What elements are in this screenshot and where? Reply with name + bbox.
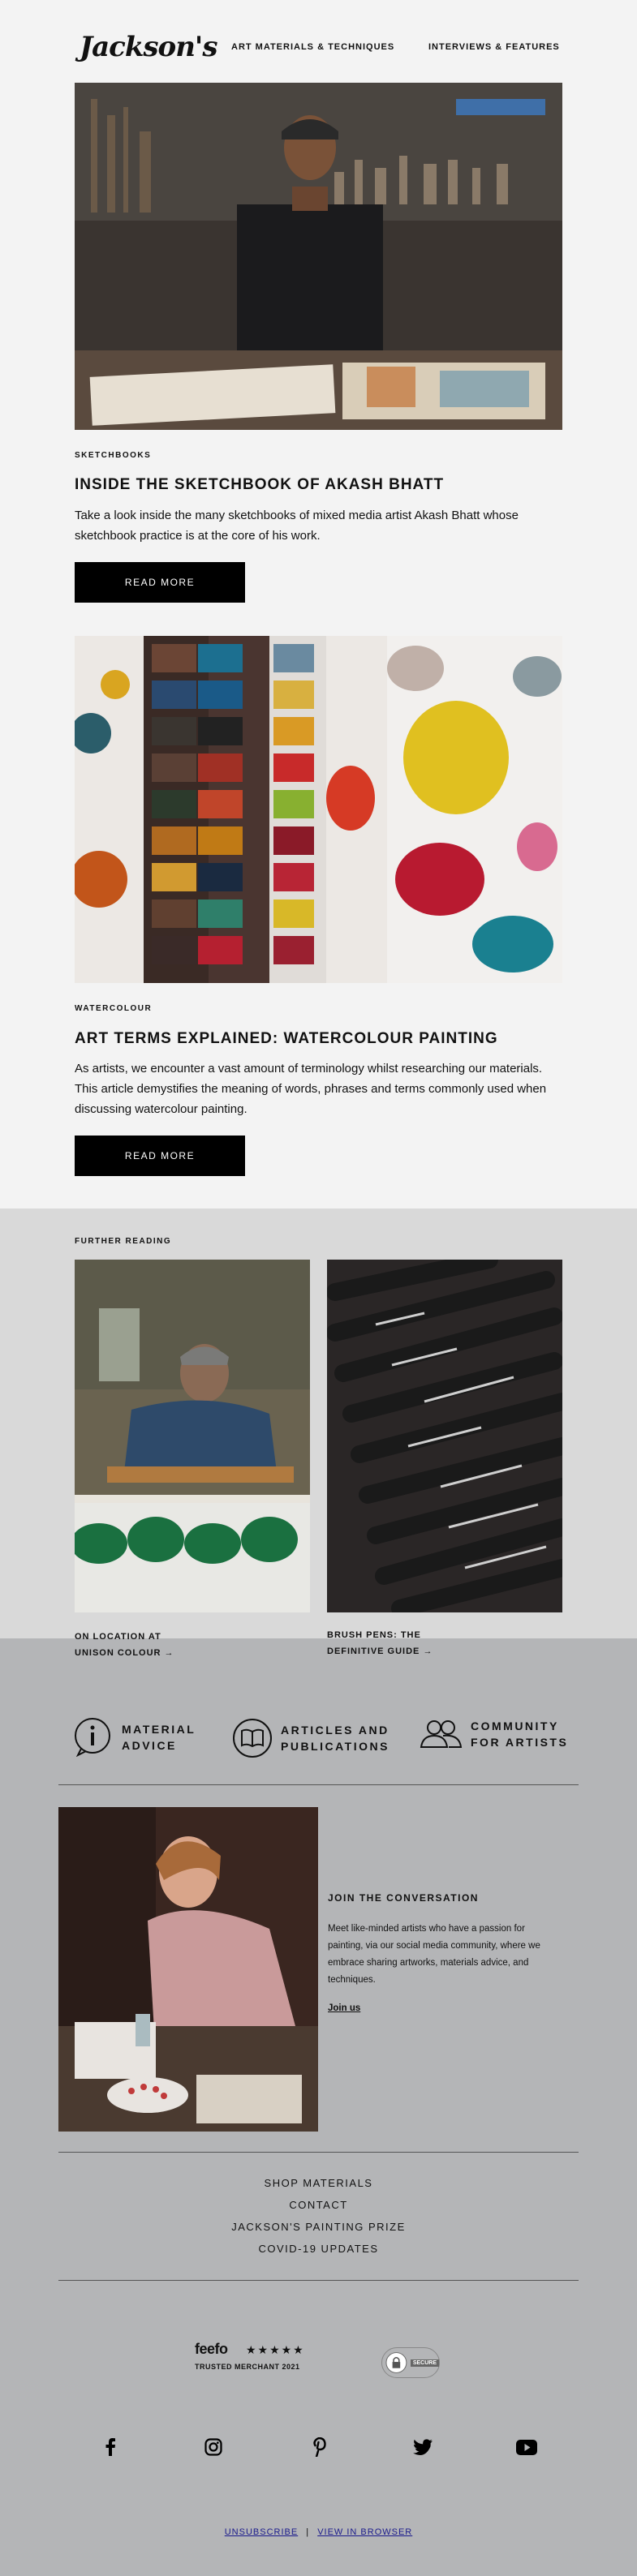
- facebook-icon[interactable]: [98, 2435, 123, 2459]
- footer-link-shop[interactable]: SHOP MATERIALS: [0, 2177, 637, 2189]
- feefo-badge[interactable]: feefo ★★★★★ TRUSTED MERCHANT 2021: [195, 2341, 305, 2371]
- feature-label: ARTICLES AND: [281, 1724, 390, 1737]
- instagram-icon[interactable]: [201, 2435, 226, 2459]
- caption-line: ON LOCATION AT: [75, 1632, 161, 1642]
- community-heading: JOIN THE CONVERSATION: [328, 1892, 479, 1904]
- further-item-caption[interactable]: BRUSH PENS: THE DEFINITIVE GUIDE →: [327, 1627, 489, 1659]
- watercolour-palette-photo[interactable]: [75, 636, 562, 983]
- caption-line: DEFINITIVE GUIDE →: [327, 1646, 433, 1656]
- feature-community[interactable]: COMMUNITY FOR ARTISTS: [419, 1718, 568, 1750]
- article-title[interactable]: INSIDE THE SKETCHBOOK OF AKASH BHATT: [75, 476, 444, 494]
- feefo-logo: feefo: [195, 2341, 228, 2357]
- people-icon: [420, 1720, 463, 1748]
- article-body: As artists, we encounter a vast amount o…: [75, 1062, 547, 1116]
- article-tag: SKETCHBOOKS: [75, 451, 152, 460]
- info-icon: [75, 1718, 110, 1757]
- jacksons-logo[interactable]: Jackson's: [80, 31, 217, 63]
- divider: [58, 2152, 579, 2153]
- read-more-button[interactable]: READ MORE: [75, 1136, 245, 1176]
- pinterest-icon[interactable]: [307, 2435, 331, 2459]
- join-us-link[interactable]: Join us: [328, 2003, 360, 2013]
- feature-label: FOR ARTISTS: [471, 1736, 569, 1749]
- article-body: Take a look inside the many sketchbooks …: [75, 509, 519, 543]
- divider: [58, 2280, 579, 2281]
- divider: [58, 1784, 579, 1785]
- feature-label: ADVICE: [122, 1739, 177, 1752]
- feature-material-advice[interactable]: MATERIAL ADVICE: [71, 1718, 196, 1757]
- link-separator: |: [306, 2527, 310, 2537]
- caption-line: BRUSH PENS: THE: [327, 1630, 421, 1640]
- article-tag: WATERCOLOUR: [75, 1004, 153, 1013]
- rating-stars: ★★★★★: [245, 2343, 305, 2356]
- youtube-icon[interactable]: [514, 2435, 539, 2459]
- secure-label: SECURE: [410, 2359, 439, 2367]
- feature-articles[interactable]: ARTICLES AND PUBLICATIONS: [232, 1718, 390, 1758]
- unison-colour-photo[interactable]: [75, 1260, 310, 1612]
- footer-link-contact[interactable]: CONTACT: [0, 2199, 637, 2211]
- read-more-button[interactable]: READ MORE: [75, 562, 245, 603]
- footer-link-covid[interactable]: COVID-19 UPDATES: [0, 2243, 637, 2255]
- feature-label: PUBLICATIONS: [281, 1740, 390, 1753]
- nav-art-materials[interactable]: ART MATERIALS & TECHNIQUES: [231, 42, 394, 52]
- footer-link-painting-prize[interactable]: JACKSON'S PAINTING PRIZE: [0, 2221, 637, 2233]
- article-title[interactable]: ART TERMS EXPLAINED: WATERCOLOUR PAINTIN…: [75, 1030, 498, 1048]
- book-icon: [233, 1719, 272, 1758]
- brush-pens-photo[interactable]: [327, 1260, 562, 1612]
- feature-label: MATERIAL: [122, 1723, 196, 1736]
- view-in-browser-link[interactable]: VIEW IN BROWSER: [317, 2527, 412, 2537]
- secure-badge: SECURE: [381, 2347, 440, 2378]
- caption-line: UNISON COLOUR →: [75, 1648, 174, 1658]
- twitter-icon[interactable]: [411, 2435, 435, 2459]
- akash-bhatt-photo[interactable]: [75, 83, 562, 430]
- lock-icon: [385, 2352, 407, 2373]
- bottom-links: UNSUBSCRIBE | VIEW IN BROWSER: [0, 2527, 637, 2537]
- nav-interviews[interactable]: INTERVIEWS & FEATURES: [428, 42, 560, 52]
- trusted-merchant-label: TRUSTED MERCHANT 2021: [195, 2363, 300, 2371]
- unsubscribe-link[interactable]: UNSUBSCRIBE: [225, 2527, 298, 2537]
- feature-label: COMMUNITY: [471, 1719, 559, 1732]
- community-artist-photo[interactable]: [58, 1807, 318, 2132]
- further-reading-heading: FURTHER READING: [75, 1237, 172, 1246]
- further-item-caption[interactable]: ON LOCATION AT UNISON COLOUR →: [75, 1629, 237, 1661]
- community-body: Meet like-minded artists who have a pass…: [328, 1924, 540, 1985]
